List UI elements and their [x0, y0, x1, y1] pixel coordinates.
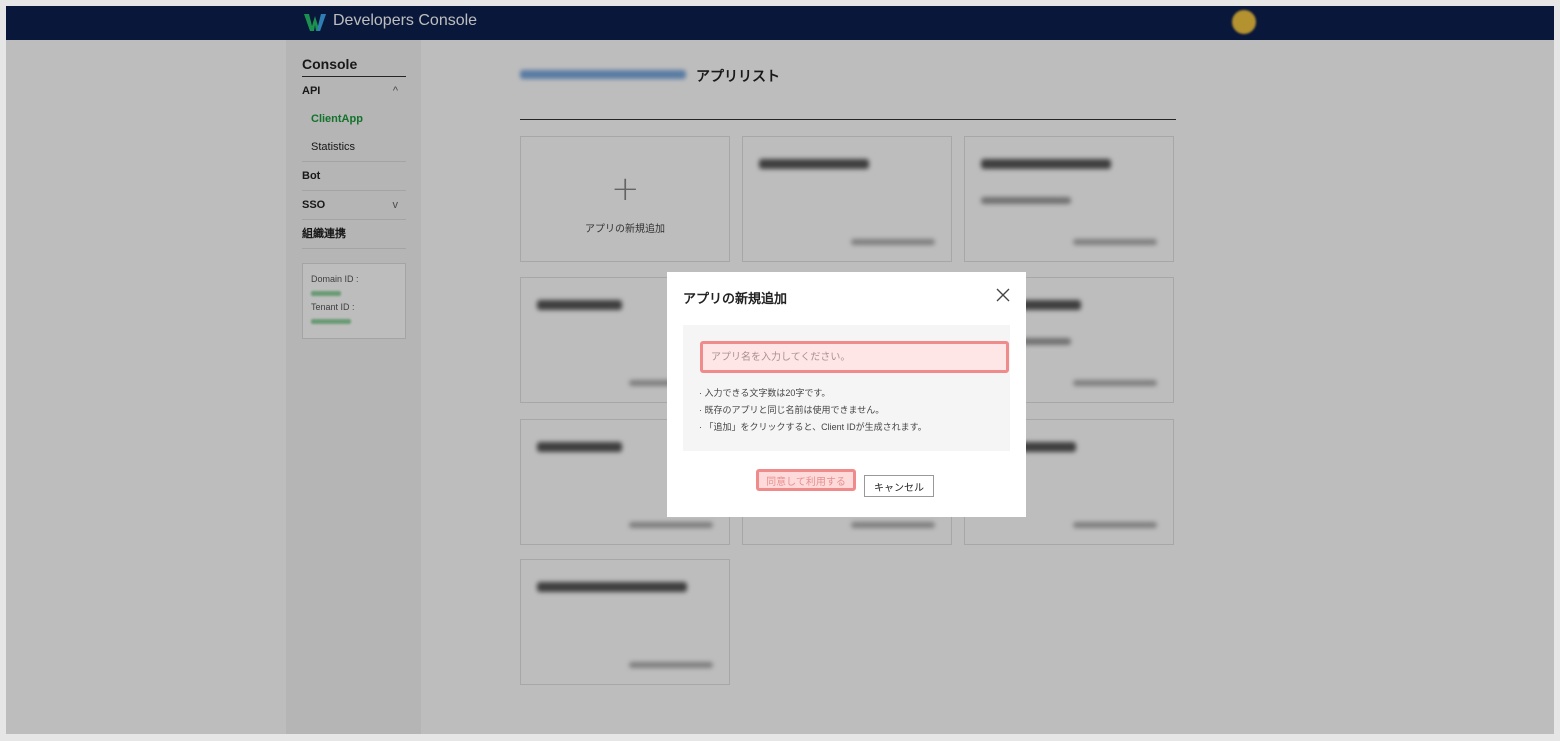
agree-button[interactable]: 同意して利用する [756, 469, 856, 491]
dialog-title: アプリの新規追加 [683, 291, 788, 306]
note-item: 「追加」をクリックすると、Client IDが生成されます。 [699, 419, 927, 436]
input-notes: 入力できる文字数は20字です。 既存のアプリと同じ名前は使用できません。 「追加… [699, 385, 927, 436]
note-item: 入力できる文字数は20字です。 [699, 385, 927, 402]
note-item: 既存のアプリと同じ名前は使用できません。 [699, 402, 927, 419]
add-app-dialog: アプリの新規追加 入力できる文字数は20字です。 既存のアプリと同じ名前は使用で… [667, 272, 1026, 517]
app-name-input[interactable] [700, 341, 1009, 373]
close-icon[interactable] [994, 286, 1012, 304]
dialog-body: 入力できる文字数は20字です。 既存のアプリと同じ名前は使用できません。 「追加… [683, 325, 1010, 451]
cancel-button[interactable]: キャンセル [864, 475, 934, 497]
app-frame: Developers Console Console API ^ ClientA… [6, 6, 1554, 734]
